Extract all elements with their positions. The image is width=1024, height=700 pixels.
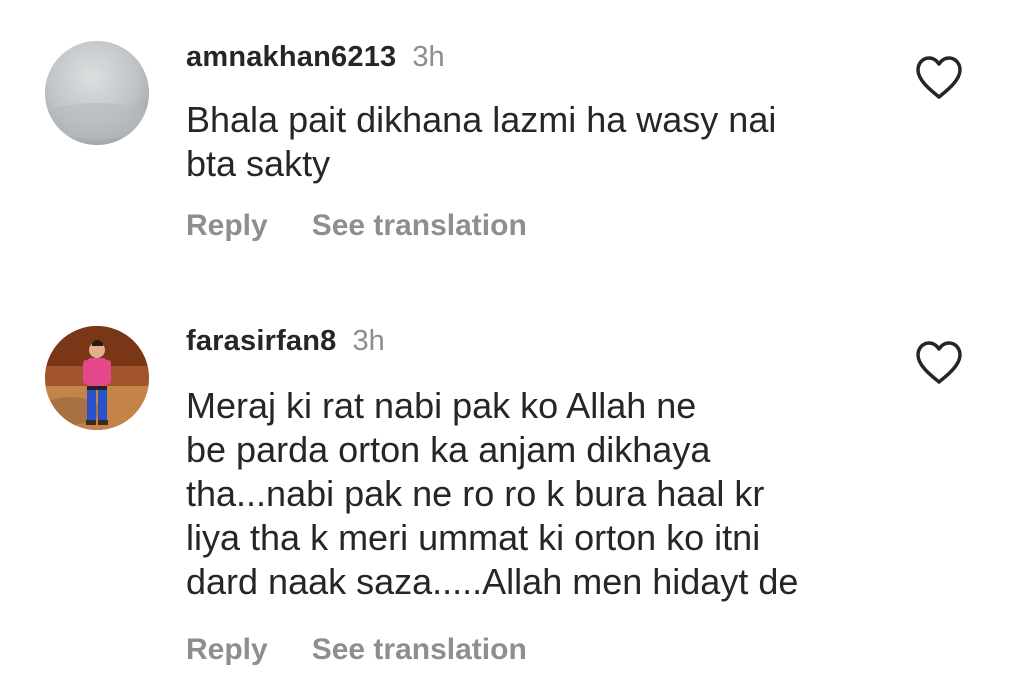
comment-text: Bhala pait dikhana lazmi ha wasy nai bta… (186, 98, 906, 186)
comment-text-line: dard naak saza.....Allah men hidayt de (186, 561, 799, 602)
heart-icon[interactable] (914, 340, 964, 386)
comment-text-line: bta sakty (186, 143, 331, 184)
avatar-photo (45, 326, 149, 430)
comment-actions: Reply See translation (186, 632, 527, 668)
comment-time: 3h (412, 41, 445, 73)
comment-header: amnakhan6213 3h (186, 40, 445, 74)
comment-text-line: Meraj ki rat nabi pak ko Allah ne (186, 385, 697, 426)
username[interactable]: farasirfan8 (186, 325, 337, 357)
comment-time: 3h (352, 325, 385, 357)
comment-actions: Reply See translation (186, 208, 527, 244)
see-translation-button[interactable]: See translation (312, 633, 527, 666)
heart-icon[interactable] (914, 55, 964, 101)
comment-text-line: liya tha k meri ummat ki orton ko itni (186, 517, 761, 558)
avatar-photo (45, 41, 149, 145)
avatar[interactable] (45, 326, 149, 430)
comment-header: farasirfan8 3h (186, 324, 385, 358)
see-translation-button[interactable]: See translation (312, 209, 527, 242)
comment-text-line: tha...nabi pak ne ro ro k bura haal kr (186, 473, 765, 514)
username[interactable]: amnakhan6213 (186, 41, 396, 73)
reply-button[interactable]: Reply (186, 633, 268, 666)
comment-text: Meraj ki rat nabi pak ko Allah ne be par… (186, 384, 906, 604)
reply-button[interactable]: Reply (186, 209, 268, 242)
avatar[interactable] (45, 41, 149, 145)
comment-text-line: Bhala pait dikhana lazmi ha wasy nai (186, 99, 777, 140)
comment-text-line: be parda orton ka anjam dikhaya (186, 429, 711, 470)
